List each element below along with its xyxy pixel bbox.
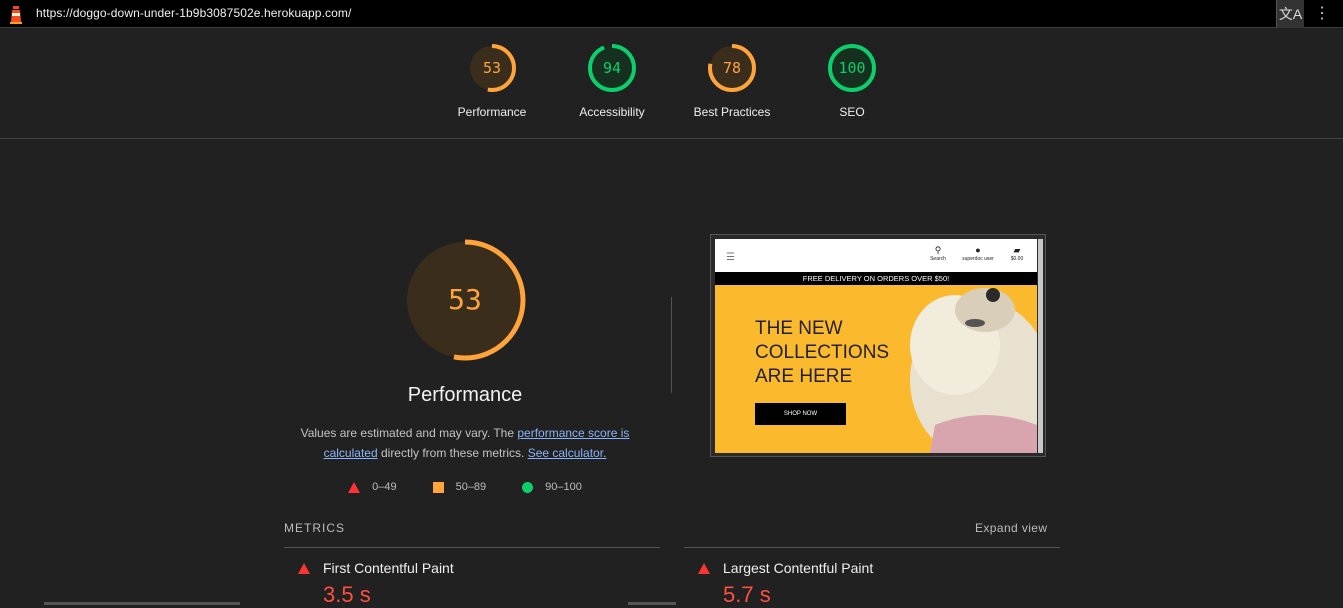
legend-pass: 90–100: [522, 481, 582, 493]
site-nav: ☰ ⚲ Search ● superdoc user ▰ $0.00: [715, 239, 1037, 272]
hero-line: THE NEW: [755, 318, 843, 339]
see-calculator-link[interactable]: See calculator.: [528, 446, 607, 460]
nav-label: superdoc user: [962, 256, 994, 262]
category-gauges: 53 Performance 94 Accessibility 78 Best …: [0, 29, 1343, 139]
bag-icon: ▰: [1013, 245, 1021, 255]
kebab-menu-icon[interactable]: ⋮: [1312, 4, 1332, 24]
lighthouse-icon: [10, 6, 22, 24]
nav-account: ● superdoc user: [962, 245, 994, 262]
divider: [671, 297, 672, 393]
gauge-score: 94: [603, 59, 621, 77]
nav-search: ⚲ Search: [922, 245, 954, 262]
gauge-score: 53: [483, 59, 501, 77]
square-icon: [432, 481, 444, 493]
legend-average: 50–89: [432, 481, 487, 493]
performance-summary: 53 Performance Values are estimated and …: [283, 238, 647, 493]
dog-photo: [910, 288, 1037, 453]
metrics-heading: METRICS: [284, 521, 345, 535]
desc-text: Values are estimated and may vary. The: [300, 426, 518, 440]
nav-cart: ▰ $0.00: [1001, 245, 1033, 262]
divider: [284, 547, 660, 548]
gauge-label: Performance: [457, 105, 527, 119]
performance-gauge: 53: [404, 239, 526, 361]
gauge-label: Accessibility: [579, 105, 645, 119]
gauge-performance[interactable]: 53 Performance: [432, 43, 552, 119]
performance-title: Performance: [407, 384, 523, 406]
performance-score: 53: [448, 283, 482, 316]
fail-triangle-icon: [698, 563, 710, 574]
gauge-ring: 78: [708, 44, 756, 92]
legend-range: 0–49: [372, 481, 397, 493]
gauge-accessibility[interactable]: 94 Accessibility: [552, 43, 672, 119]
gauge-score: 78: [723, 59, 741, 77]
legend-range: 90–100: [545, 481, 582, 493]
hero-section: THE NEW COLLECTIONS ARE HERE SHOP NOW: [715, 285, 1037, 453]
shop-now-button: SHOP NOW: [755, 403, 846, 425]
metric-value: 3.5 s: [323, 582, 371, 607]
gauge-ring: 94: [588, 44, 636, 92]
delivery-banner: FREE DELIVERY ON ORDERS OVER $50!: [715, 272, 1037, 285]
url-text[interactable]: https://doggo-down-under-1b9b3087502e.he…: [36, 6, 351, 20]
gauge-label: SEO: [839, 105, 865, 119]
user-icon: ●: [975, 245, 981, 255]
gauge-ring: 100: [828, 44, 876, 92]
nav-label: Search: [930, 256, 946, 262]
gauge-ring: 53: [468, 44, 516, 92]
performance-description: Values are estimated and may vary. The p…: [283, 423, 647, 463]
triangle-icon: [348, 481, 361, 493]
final-screenshot[interactable]: ☰ ⚲ Search ● superdoc user ▰ $0.00 FREE DEL…: [710, 234, 1046, 457]
legend-fail: 0–49: [348, 481, 397, 493]
gauge-seo[interactable]: 100 SEO: [792, 43, 912, 119]
circle-icon: [522, 481, 534, 493]
screenshot-page: ☰ ⚲ Search ● superdoc user ▰ $0.00 FREE DEL…: [715, 239, 1037, 453]
translate-icon[interactable]: 文A: [1276, 0, 1304, 28]
score-legend: 0–49 50–89 90–100: [283, 481, 647, 493]
metric-name: First Contentful Paint: [323, 560, 454, 576]
hero-line: COLLECTIONS: [755, 342, 890, 363]
nav-label: $0.00: [1010, 256, 1024, 262]
hero-heading: THE NEW COLLECTIONS ARE HERE: [755, 317, 889, 389]
fail-triangle-icon: [298, 563, 310, 574]
divider: [684, 547, 1060, 548]
gauge-label: Best Practices: [693, 105, 771, 119]
search-icon: ⚲: [934, 245, 942, 255]
screenshot-scrollbar: [1038, 239, 1043, 453]
metric-value: 5.7 s: [723, 582, 771, 607]
expand-view-button[interactable]: Expand view: [975, 521, 1047, 535]
hero-line: ARE HERE: [755, 366, 853, 387]
metric-name: Largest Contentful Paint: [723, 560, 874, 576]
gauge-score: 100: [838, 59, 865, 77]
desc-text: directly from these metrics.: [377, 446, 528, 460]
browser-bar: https://doggo-down-under-1b9b3087502e.he…: [0, 0, 1343, 28]
hamburger-icon: ☰: [726, 252, 735, 263]
gauge-best-practices[interactable]: 78 Best Practices: [672, 43, 792, 119]
legend-range: 50–89: [455, 481, 487, 493]
